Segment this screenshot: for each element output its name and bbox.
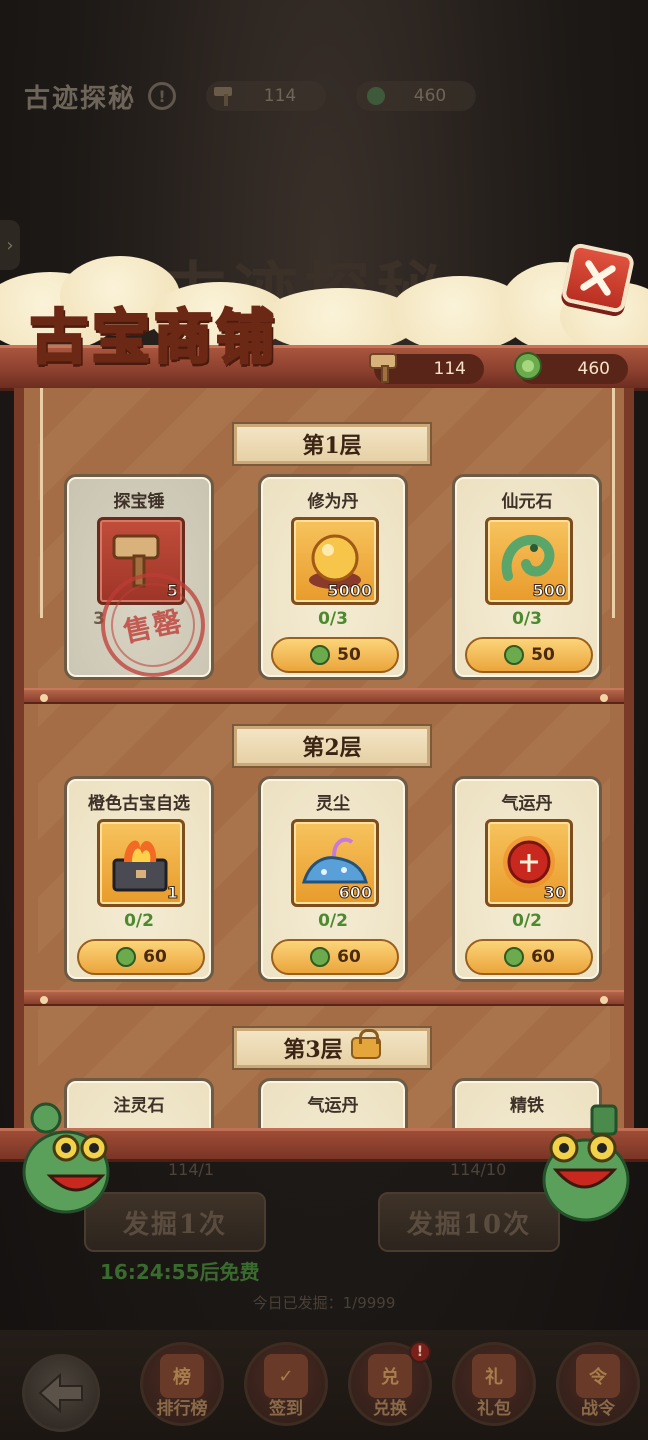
item-card-lingchen: 灵尘 600 0/2 60 <box>258 776 408 982</box>
shop-hammer-resource: 114 <box>369 353 484 384</box>
nav-exchange-button[interactable]: 兑 兑换 ! <box>348 1341 432 1426</box>
item-name: 修为丹 <box>307 492 359 512</box>
signin-icon: ✓ <box>264 1354 308 1398</box>
nav-ranking-button[interactable]: 榜 排行榜 <box>140 1342 224 1426</box>
shelf-1 <box>24 688 624 704</box>
exchange-alert-badge: ! <box>409 1341 431 1363</box>
background-jade-resource: 460 <box>356 81 477 111</box>
background-header: 古迹探秘 ! 114 460 <box>24 74 624 118</box>
item-name: 气运丹 <box>501 794 553 814</box>
item-card-qiyundan: 气运丹 30 0/2 60 <box>452 776 602 982</box>
nav-battlepass-label: 战令 <box>581 1399 615 1419</box>
item-icon-box[interactable]: 500 <box>485 517 573 605</box>
item-card-xiuweidan: 修为丹 5000 0/3 50 <box>258 474 408 680</box>
jade-icon <box>310 645 331 665</box>
item-name: 橙色古宝自选 <box>88 794 190 814</box>
dig-ten-counter: 114/10 <box>450 1160 507 1179</box>
lock-icon <box>350 1029 381 1059</box>
item-limit: 0/3 <box>318 609 348 629</box>
buy-button[interactable]: 50 <box>271 637 399 673</box>
nav-signin-label: 签到 <box>269 1399 303 1419</box>
close-button[interactable] <box>560 242 636 314</box>
price-value: 50 <box>531 645 555 665</box>
nav-battlepass-button[interactable]: 令 战令 <box>556 1342 640 1426</box>
buy-button[interactable]: 60 <box>271 939 399 975</box>
cabinet-string-left <box>40 388 43 618</box>
shop-hammer-value: 114 <box>433 359 466 379</box>
jade-icon <box>310 947 331 967</box>
today-dig-count: 今日已发掘：1/9999 <box>252 1294 396 1312</box>
free-timer: 16:24:55后免费 <box>100 1260 260 1284</box>
jade-icon <box>116 947 137 967</box>
item-icon-box[interactable]: 1 <box>97 819 185 907</box>
price-value: 60 <box>531 947 555 967</box>
price-value: 60 <box>337 947 361 967</box>
nav-signin-button[interactable]: ✓ 签到 <box>244 1342 328 1426</box>
item-count: 600 <box>338 883 372 903</box>
item-limit: 0/3 <box>512 609 542 629</box>
background-title: 古迹探秘 <box>24 83 137 114</box>
info-icon[interactable]: ! <box>148 82 177 110</box>
item-count: 30 <box>543 883 566 903</box>
item-count: 500 <box>532 581 566 601</box>
nav-gift-button[interactable]: 礼 礼包 <box>452 1342 536 1426</box>
tier-1-banner: 第1层 <box>232 422 432 466</box>
shop-jade-resource: 460 <box>514 352 628 384</box>
shop-jade-value: 460 <box>577 359 610 379</box>
exchange-icon: 兑 <box>368 1354 412 1398</box>
item-card-orange-treasure: 橙色古宝自选 1 0/2 60 <box>64 776 214 982</box>
nav-exchange-label: 兑换 <box>373 1399 407 1419</box>
price-value: 60 <box>143 947 167 967</box>
item-icon-box[interactable]: 30 <box>485 819 573 907</box>
buy-button[interactable]: 60 <box>77 939 205 975</box>
back-arrow-icon <box>38 1373 83 1413</box>
tier-3-banner: 第3层 <box>232 1026 432 1070</box>
back-button[interactable] <box>22 1354 100 1432</box>
item-icon-box[interactable]: 5000 <box>291 517 379 605</box>
price-value: 50 <box>337 645 361 665</box>
frog-mascot-right <box>542 1104 630 1222</box>
close-icon <box>580 260 616 296</box>
tier-2-banner: 第2层 <box>232 724 432 768</box>
shop-title: 古宝商铺 <box>28 302 279 373</box>
nav-gift-label: 礼包 <box>477 1399 511 1419</box>
item-card-tanbaochui: 探宝锤 5 3 售罄 <box>64 474 215 687</box>
item-count: 5000 <box>327 581 373 601</box>
hammer-icon <box>369 353 397 383</box>
item-limit: 0/2 <box>512 911 542 931</box>
item-name: 仙元石 <box>501 492 553 512</box>
buy-button[interactable]: 50 <box>465 637 593 673</box>
dig-once-counter: 114/1 <box>168 1160 215 1179</box>
jade-icon <box>514 352 542 380</box>
item-name: 探宝锤 <box>113 492 165 512</box>
item-limit: 0/2 <box>124 911 154 931</box>
nav-ranking-label: 排行榜 <box>156 1399 208 1419</box>
ranking-icon: 榜 <box>160 1354 204 1398</box>
tier-1-label: 第1层 <box>302 433 362 459</box>
hammer-icon <box>214 87 233 106</box>
buy-button[interactable]: 60 <box>465 939 593 975</box>
item-name: 灵尘 <box>316 794 350 814</box>
frog-mascot-left <box>22 1102 110 1214</box>
tier-3-label: 第3层 <box>283 1037 343 1063</box>
jade-icon <box>504 645 525 665</box>
background-hammer-resource: 114 <box>206 81 327 111</box>
jade-icon <box>504 947 525 967</box>
item-card-qiyundan-2: 气运丹 <box>258 1078 408 1132</box>
jade-icon <box>367 87 386 105</box>
item-limit: 0/2 <box>318 911 348 931</box>
item-count: 1 <box>166 883 178 903</box>
battlepass-icon: 令 <box>576 1354 620 1398</box>
tier-2-label: 第2层 <box>302 735 362 761</box>
item-card-xianyuanshi: 仙元石 500 0/3 50 <box>452 474 602 680</box>
shelf-2 <box>24 990 624 1006</box>
cabinet-string-right <box>612 388 615 618</box>
shop-cabinet: 第1层 探宝锤 5 3 售罄 修为丹 5000 0/3 50 仙元石 500 0… <box>14 388 634 1132</box>
gift-icon: 礼 <box>472 1354 516 1398</box>
item-name: 气运丹 <box>307 1096 359 1116</box>
item-icon-box[interactable]: 600 <box>291 819 379 907</box>
